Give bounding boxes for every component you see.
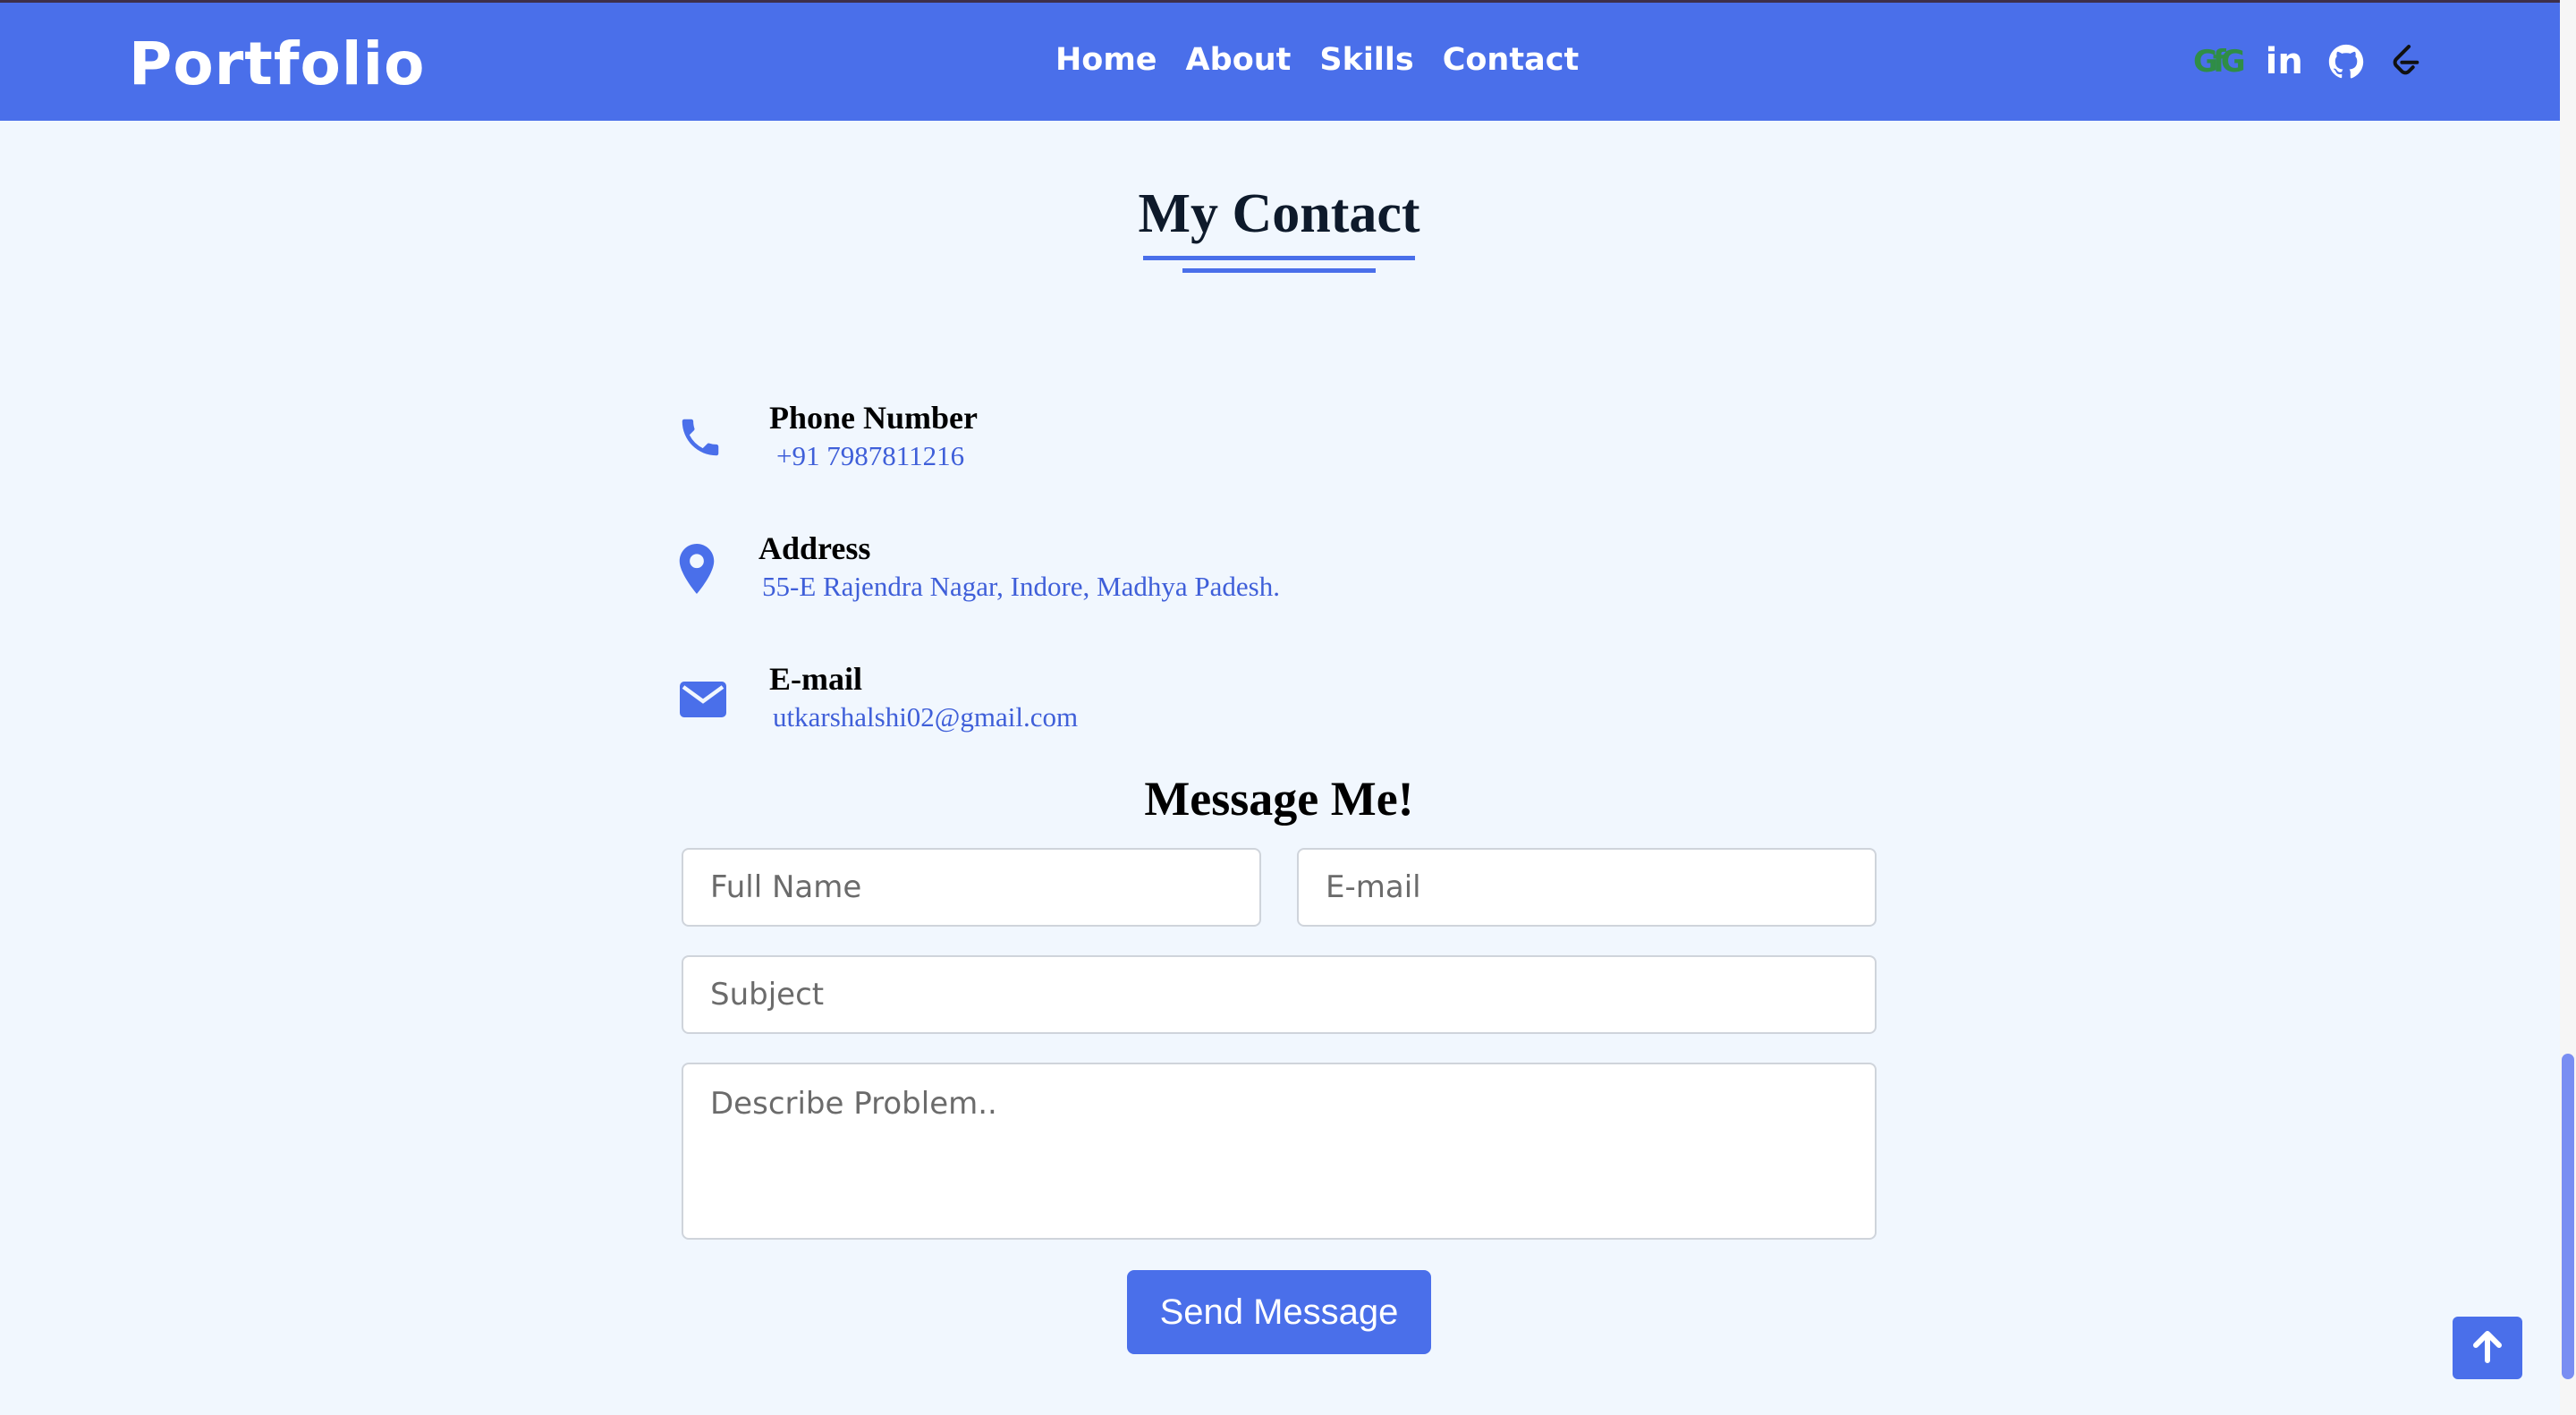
phone-label: Phone Number <box>769 400 978 436</box>
nav-link-home[interactable]: Home <box>1055 42 1157 78</box>
title-underline <box>1143 256 1415 260</box>
envelope-icon <box>680 682 726 722</box>
github-icon[interactable] <box>2328 44 2364 80</box>
phone-value[interactable]: +91 7987811216 <box>776 440 964 472</box>
form-title: Message Me! <box>1144 772 1414 826</box>
scroll-to-top-button[interactable] <box>2453 1317 2522 1379</box>
email-label: E-mail <box>769 661 862 697</box>
linkedin-icon[interactable]: in <box>2266 42 2303 81</box>
phone-icon <box>676 413 724 466</box>
email-value[interactable]: utkarshalshi02@gmail.com <box>773 701 1078 733</box>
send-message-button[interactable]: Send Message <box>1127 1270 1431 1354</box>
nav-link-contact[interactable]: Contact <box>1443 42 1579 78</box>
message-textarea[interactable] <box>682 1063 1877 1240</box>
subject-input[interactable] <box>682 955 1877 1034</box>
email-input[interactable] <box>1297 848 1877 927</box>
arrow-up-icon <box>2471 1328 2504 1368</box>
full-name-input[interactable] <box>682 848 1261 927</box>
navbar: Portfolio Home About Skills Contact GfG … <box>0 3 2560 121</box>
scrollbar-thumb[interactable] <box>2562 1054 2574 1379</box>
location-pin-icon <box>678 544 716 598</box>
page-title: My Contact <box>1138 183 1420 244</box>
address-label: Address <box>758 530 871 566</box>
leetcode-icon[interactable] <box>2389 44 2423 80</box>
geeksforgeeks-icon[interactable]: GfG <box>2193 44 2246 80</box>
nav-link-skills[interactable]: Skills <box>1319 42 1413 78</box>
address-value: 55-E Rajendra Nagar, Indore, Madhya Pade… <box>762 571 1280 602</box>
nav-links: Home About Skills Contact <box>1055 42 1579 78</box>
social-links: GfG in <box>2193 42 2423 81</box>
nav-link-about[interactable]: About <box>1186 42 1292 78</box>
brand-logo[interactable]: Portfolio <box>129 30 425 98</box>
title-underline-short <box>1182 268 1376 273</box>
